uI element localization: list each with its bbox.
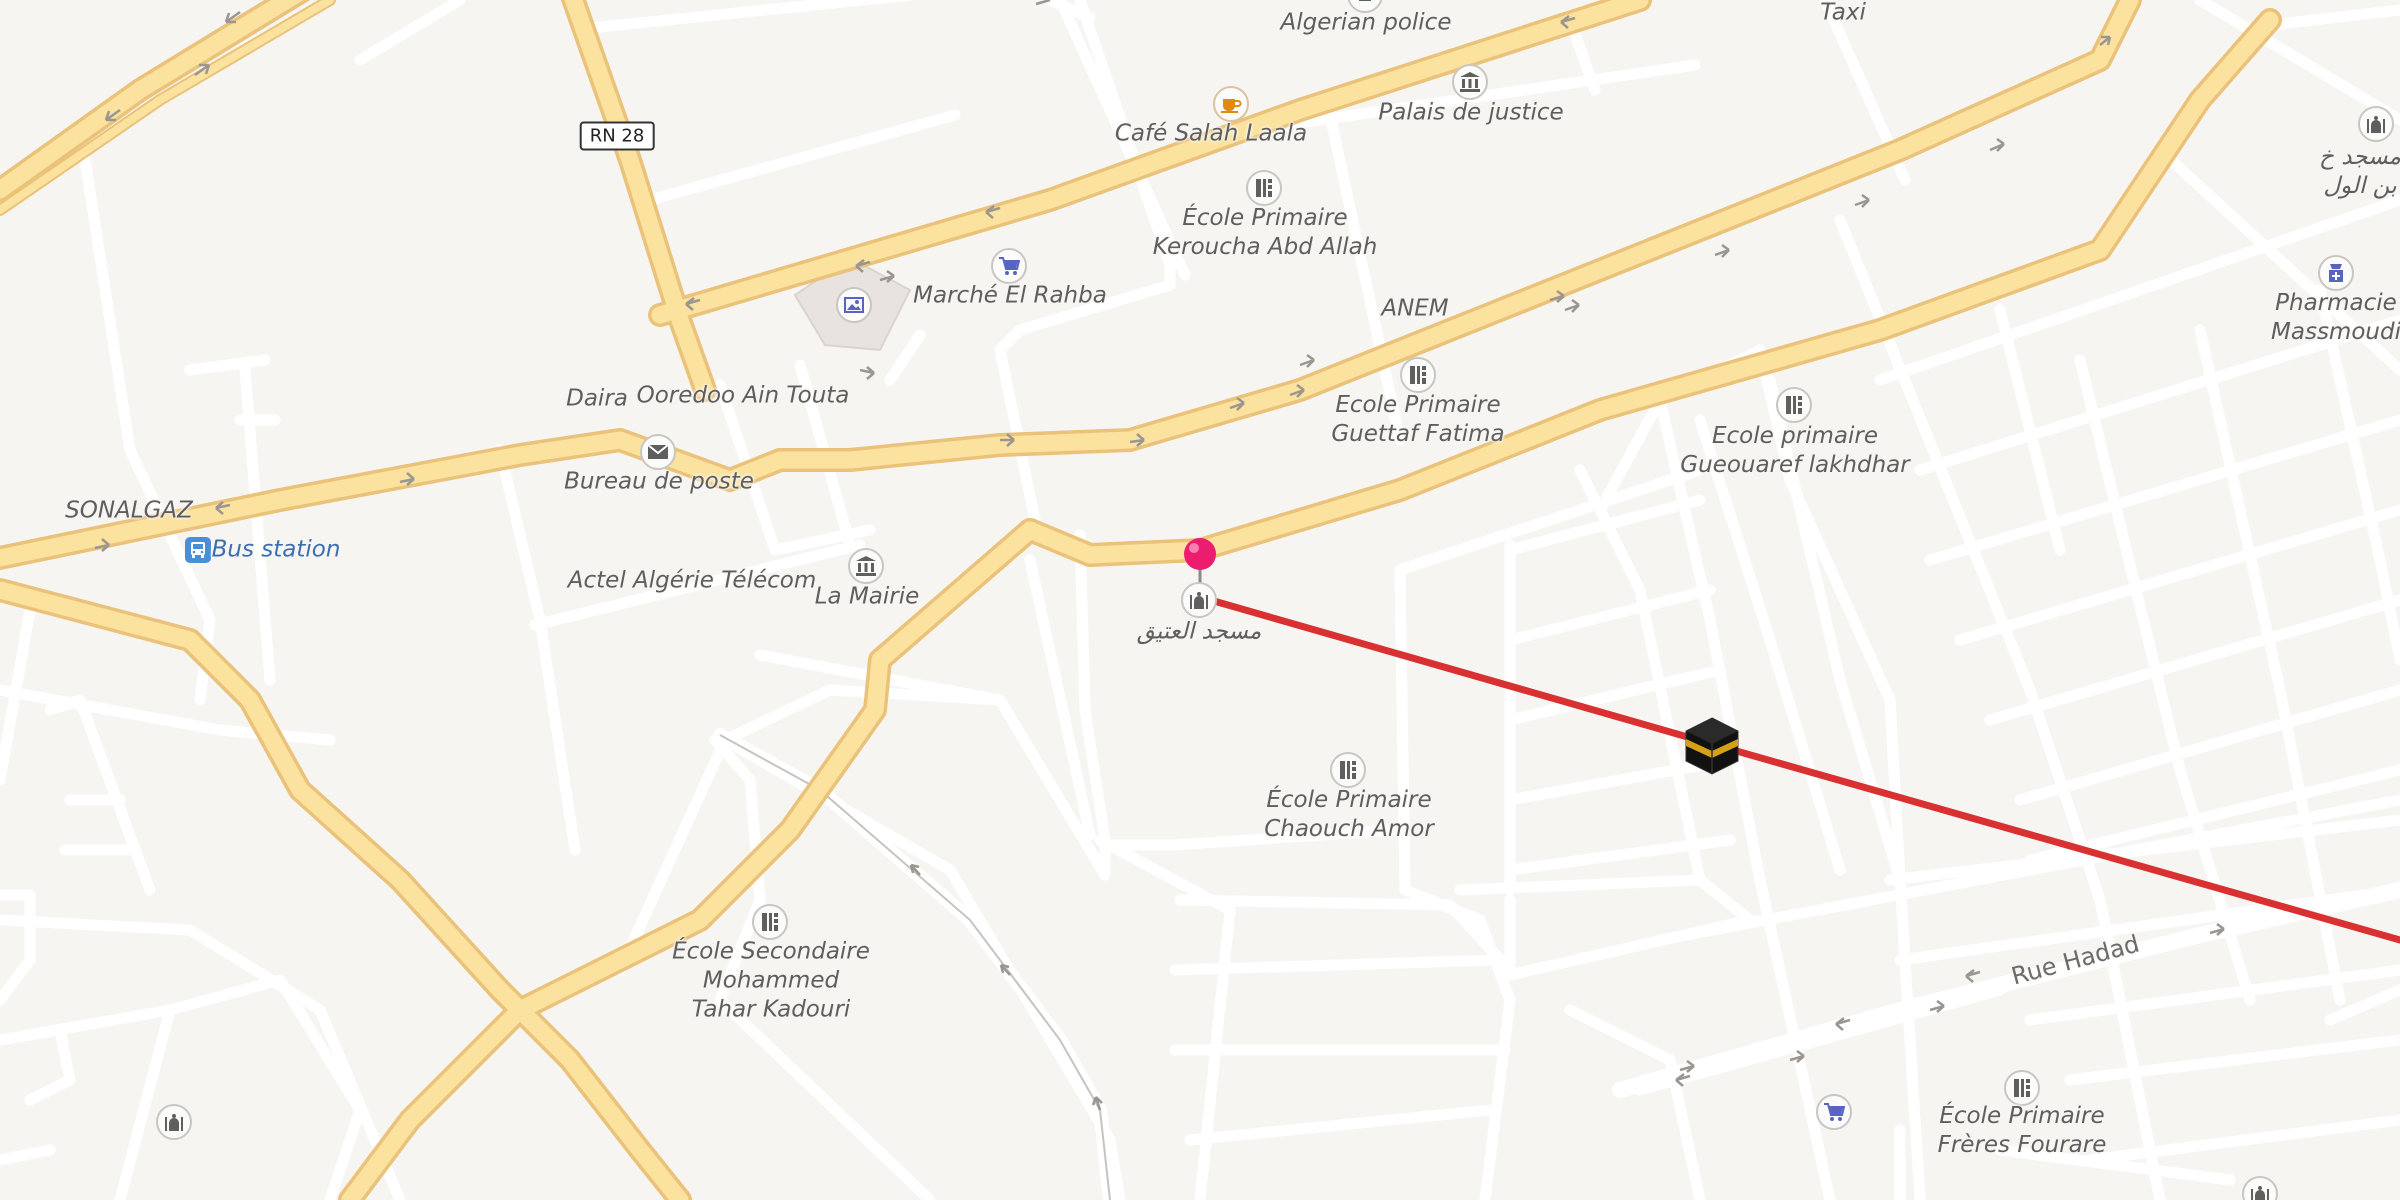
school-icon[interactable]: [1400, 357, 1436, 393]
label-ecole-freres[interactable]: École Primaire Frères Fourare: [1938, 1102, 2107, 1160]
label-ecole-secondaire[interactable]: École Secondaire Mohammed Tahar Kadouri: [672, 938, 870, 1025]
label-ooredoo[interactable]: Ooredoo Ain Touta: [637, 382, 850, 411]
coffee-icon[interactable]: [1213, 86, 1249, 122]
picture-icon[interactable]: [836, 287, 872, 323]
mosque-icon[interactable]: [1181, 582, 1217, 618]
school-icon[interactable]: [752, 904, 788, 940]
school-icon[interactable]: [1330, 752, 1366, 788]
label-mosque-top-right[interactable]: مسجد خ بن الول: [2319, 143, 2400, 201]
label-ecole-keroucha[interactable]: École Primaire Keroucha Abd Allah: [1153, 204, 1378, 262]
mosque-icon[interactable]: [2358, 106, 2394, 142]
shopping-cart-icon[interactable]: [991, 248, 1027, 284]
label-pharmacie[interactable]: Pharmacie Massmoudi: [2271, 289, 2400, 347]
label-actel[interactable]: Actel Algérie Télécom: [568, 567, 816, 596]
label-marche[interactable]: Marché El Rahba: [913, 282, 1107, 311]
label-anem[interactable]: ANEM: [1381, 295, 1448, 324]
school-icon[interactable]: [1246, 170, 1282, 206]
shopping-cart-icon[interactable]: [1816, 1094, 1852, 1130]
school-icon[interactable]: [2004, 1070, 2040, 1106]
label-taxi[interactable]: Taxi: [1820, 0, 1866, 28]
primary-roads: [0, 0, 2282, 1200]
label-palais-de-justice[interactable]: Palais de justice: [1378, 99, 1563, 128]
route-shield-rn28: RN 28: [579, 121, 655, 151]
label-bureau-de-poste[interactable]: Bureau de poste: [564, 468, 754, 497]
school-icon[interactable]: [1776, 387, 1812, 423]
label-bus-station[interactable]: Bus station: [212, 536, 341, 565]
envelope-icon[interactable]: [640, 434, 676, 470]
courthouse-icon[interactable]: [1452, 64, 1488, 100]
kaaba-qibla-icon[interactable]: [1683, 716, 1741, 780]
label-mosque-center[interactable]: مسجد العتيق: [1137, 618, 1262, 647]
label-ecole-chaouch[interactable]: École Primaire Chaouch Amor: [1264, 786, 1434, 844]
pharmacy-icon[interactable]: [2318, 255, 2354, 291]
bus-icon[interactable]: [185, 537, 211, 563]
label-ecole-gueouaref[interactable]: Ecole primaire Gueouaref lakhdhar: [1680, 422, 1909, 480]
map-canvas[interactable]: RN 28 Algerian police Taxi Café Salah La…: [0, 0, 2400, 1200]
label-la-mairie[interactable]: La Mairie: [815, 583, 920, 612]
label-algerian-police[interactable]: Algerian police: [1281, 9, 1452, 38]
mosque-icon[interactable]: [156, 1104, 192, 1140]
label-ecole-guettaf[interactable]: Ecole Primaire Guettaf Fatima: [1331, 391, 1504, 449]
label-daira[interactable]: Daira: [566, 385, 628, 414]
label-cafe[interactable]: Café Salah Laala: [1115, 120, 1307, 149]
label-sonalgaz[interactable]: SONALGAZ: [65, 497, 193, 526]
townhall-icon[interactable]: [848, 548, 884, 584]
